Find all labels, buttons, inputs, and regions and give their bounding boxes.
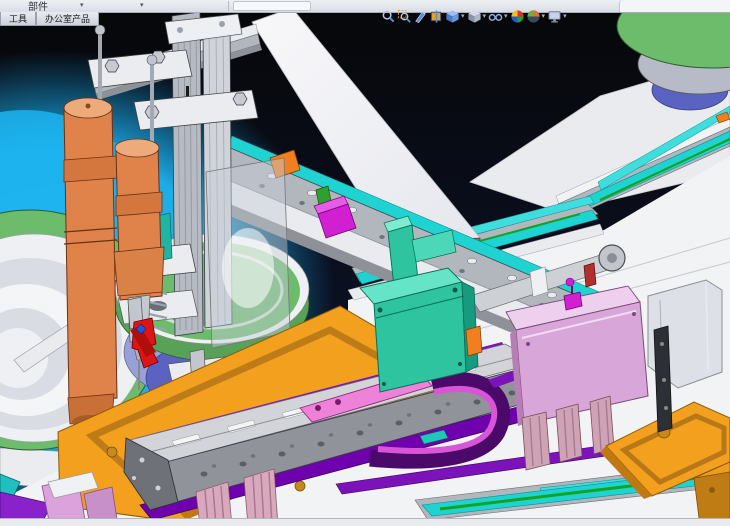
hide-show-caret-icon[interactable]: ▾	[504, 12, 508, 20]
toolbar-separator	[228, 1, 229, 11]
command-toolbar-strip: 部件 ▾ ▾	[0, 0, 730, 13]
zoom-to-fit-icon[interactable]	[381, 9, 396, 24]
section-view-icon[interactable]	[429, 9, 444, 24]
commandmanager-tabs: 工具 办公室产品	[0, 12, 99, 26]
view-settings-caret-icon[interactable]: ▾	[563, 12, 567, 20]
heads-up-view-toolbar: ▾ ▾ ▾ ▾ ▾	[381, 7, 568, 25]
view-orientation-icon[interactable]	[445, 9, 460, 24]
zoom-to-area-icon[interactable]	[397, 9, 412, 24]
display-style-caret-icon[interactable]: ▾	[483, 12, 487, 20]
hide-show-items-icon[interactable]	[488, 9, 503, 24]
status-bar	[0, 518, 730, 526]
display-style-icon[interactable]	[467, 9, 482, 24]
view-orientation-caret-icon[interactable]: ▾	[461, 12, 465, 20]
tab-tools[interactable]: 工具	[0, 12, 36, 26]
previous-view-icon[interactable]	[413, 9, 428, 24]
cad-window: 部件 ▾ ▾ 工具 办公室产品 ▾ ▾ ▾ ▾ ▾	[0, 0, 730, 526]
toolbar-blank-button[interactable]	[233, 1, 311, 11]
view-settings-icon[interactable]	[547, 9, 562, 24]
apply-scene-caret-icon[interactable]: ▾	[542, 12, 546, 20]
press-cylinder-left[interactable]	[64, 98, 117, 429]
toolbar-right-section	[619, 0, 730, 12]
viewport-3d[interactable]	[0, 0, 730, 526]
edit-appearance-icon[interactable]	[510, 9, 525, 24]
toolbar-dropdown-caret-icon[interactable]: ▾	[140, 1, 144, 9]
tab-office-products[interactable]: 办公室产品	[36, 12, 99, 26]
component-dropdown-caret-icon[interactable]: ▾	[80, 1, 84, 9]
red-fitting	[584, 263, 596, 287]
orange-sensor[interactable]	[466, 326, 482, 356]
apply-scene-icon[interactable]	[526, 9, 541, 24]
